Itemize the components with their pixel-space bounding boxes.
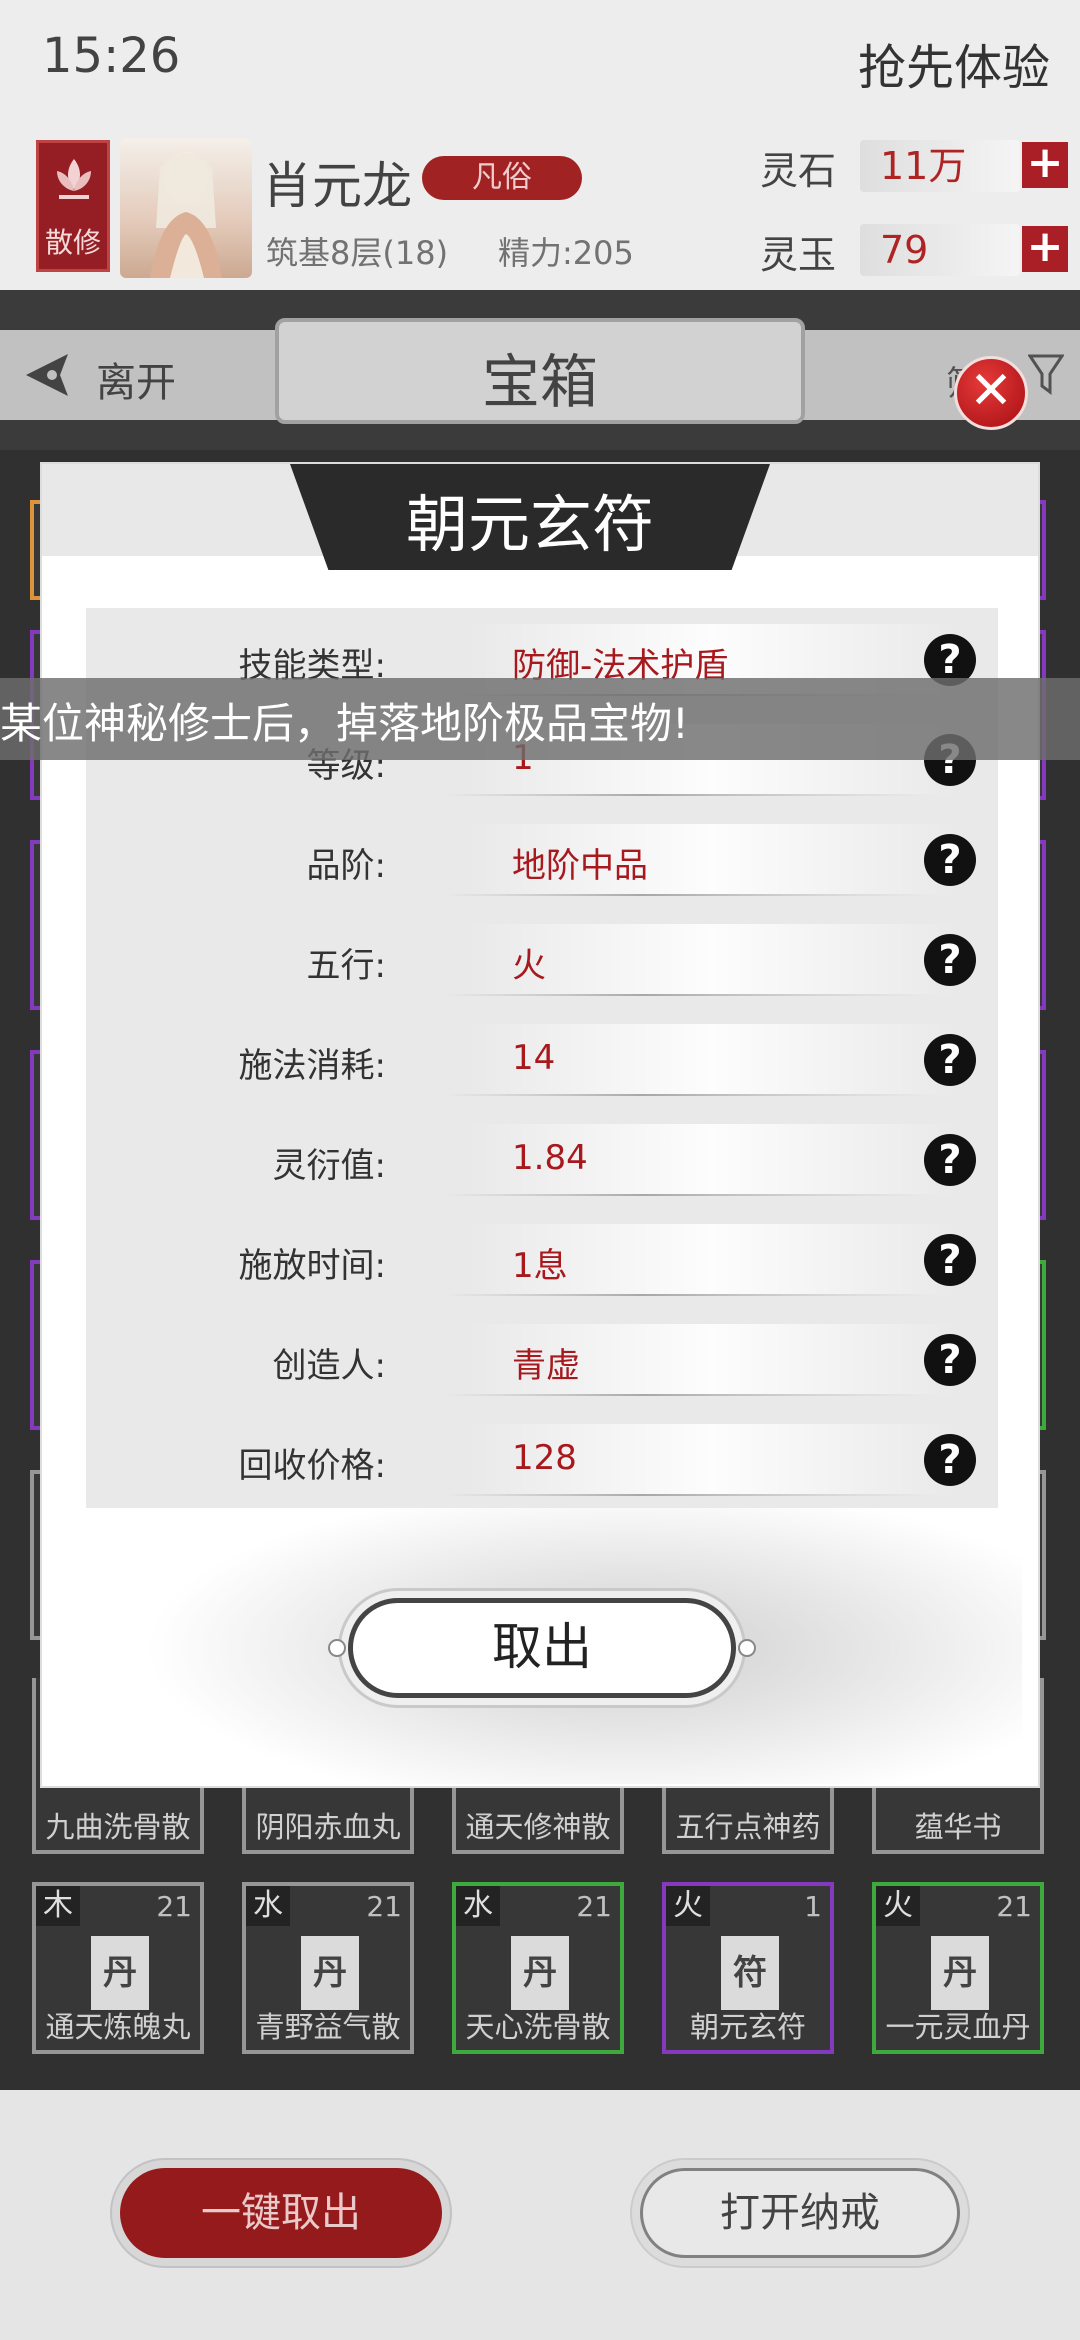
attribute-label: 五行:	[306, 946, 386, 986]
attribute-row: 品阶: 地阶中品 ?	[86, 814, 998, 914]
attribute-label: 回收价格:	[238, 1446, 386, 1486]
attribute-value: 地阶中品	[512, 846, 648, 886]
broadcast-text: 某位神秘修士后，掉落地阶极品宝物!	[0, 699, 689, 748]
attribute-label: 施法消耗:	[238, 1046, 386, 1086]
take-out-button[interactable]: 取出	[348, 1598, 736, 1698]
help-icon[interactable]: ?	[924, 1234, 976, 1286]
attribute-row: 施法消耗: 14 ?	[86, 1014, 998, 1114]
help-icon[interactable]: ?	[924, 834, 976, 886]
modal-title: 朝元玄符	[405, 488, 654, 561]
button-ornament	[328, 1639, 346, 1657]
attribute-value: 1息	[512, 1246, 568, 1286]
attribute-label: 灵衍值:	[272, 1146, 386, 1186]
help-icon[interactable]: ?	[924, 1034, 976, 1086]
attribute-value: 火	[512, 946, 546, 986]
attribute-value: 青虚	[512, 1346, 580, 1386]
attribute-row: 五行: 火 ?	[86, 914, 998, 1014]
attribute-value: 14	[512, 1038, 556, 1078]
help-icon[interactable]: ?	[924, 934, 976, 986]
attribute-row: 灵衍值: 1.84 ?	[86, 1114, 998, 1214]
close-icon[interactable]: ✕	[954, 356, 1028, 430]
help-icon[interactable]: ?	[924, 1134, 976, 1186]
button-ornament	[738, 1639, 756, 1657]
attribute-label: 创造人:	[272, 1346, 386, 1386]
attribute-value: 128	[512, 1438, 577, 1478]
attribute-label: 施放时间:	[238, 1246, 386, 1286]
attribute-row: 创造人: 青虚 ?	[86, 1314, 998, 1414]
attribute-value: 1.84	[512, 1138, 588, 1178]
item-detail-modal: 朝元玄符 技能类型: 防御-法术护盾 ? 等级: 1 ? 品阶: 地阶中品 ? …	[40, 462, 1040, 1788]
attribute-row: 施放时间: 1息 ?	[86, 1214, 998, 1314]
help-icon[interactable]: ?	[924, 1334, 976, 1386]
help-icon[interactable]: ?	[924, 1434, 976, 1486]
attribute-label: 品阶:	[306, 846, 386, 886]
attribute-row: 回收价格: 128 ?	[86, 1414, 998, 1514]
